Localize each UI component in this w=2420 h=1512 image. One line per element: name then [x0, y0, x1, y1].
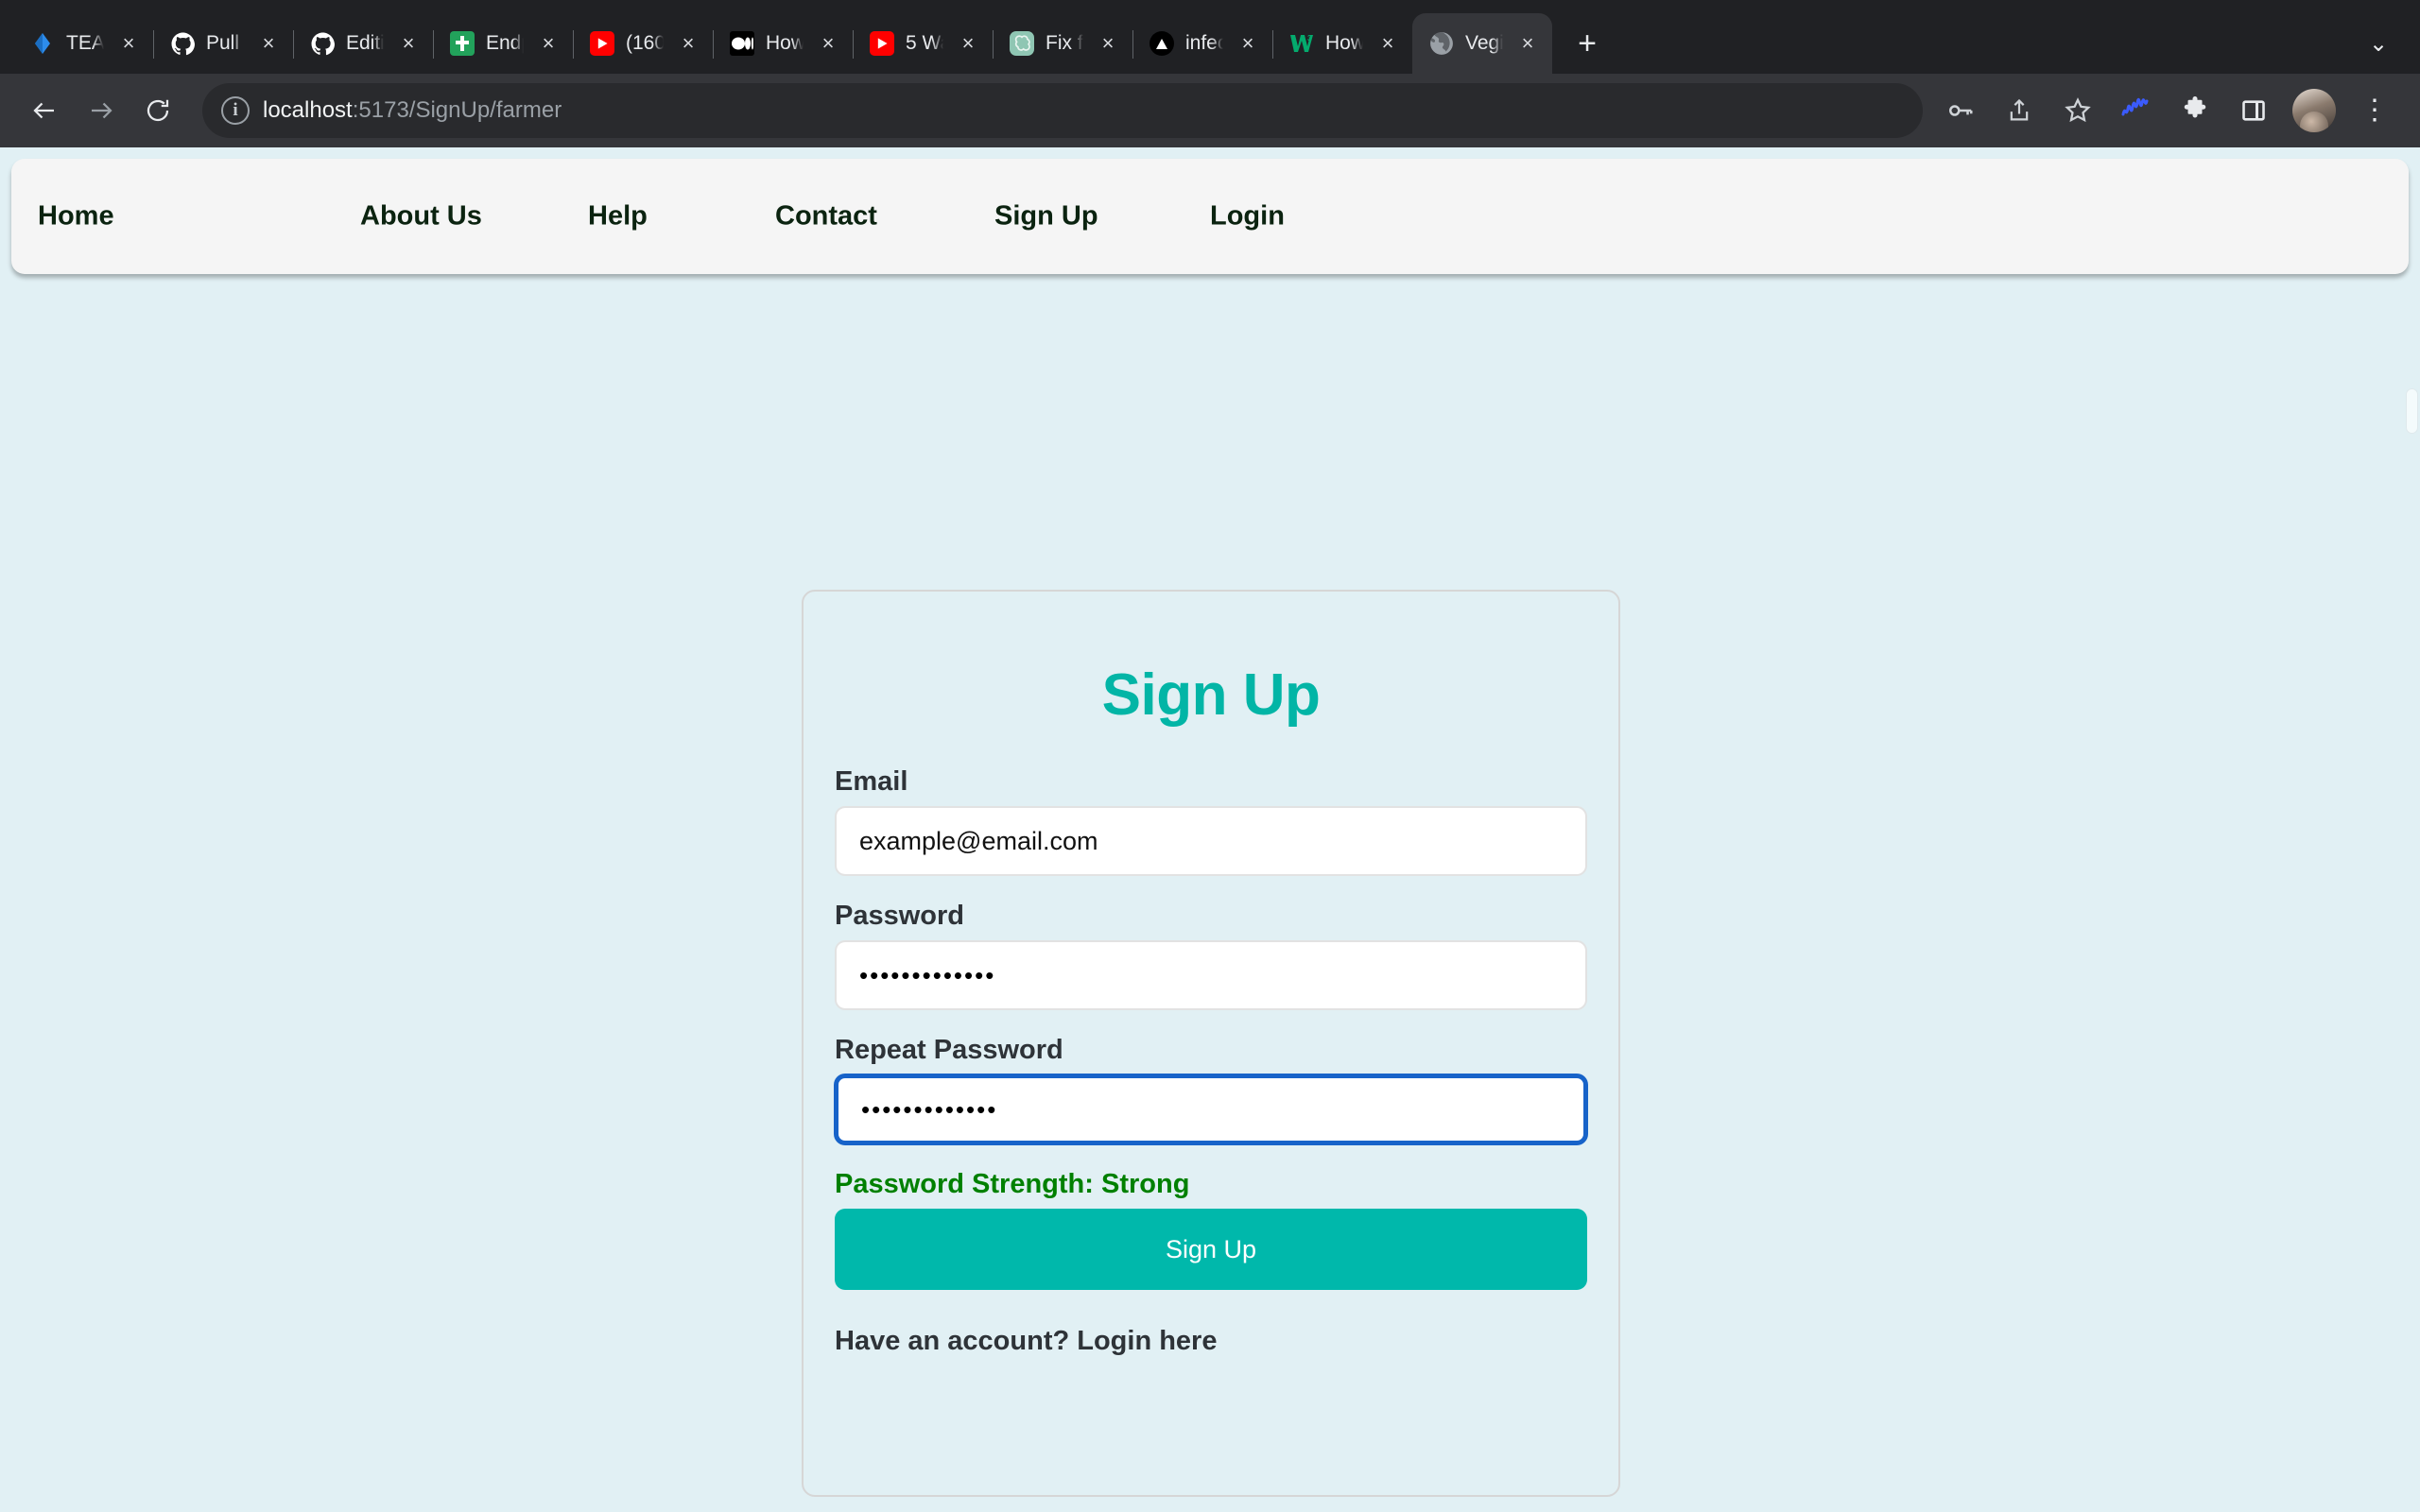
browser-tab[interactable]: Endpo × — [433, 13, 574, 74]
tab-title: Endpo — [486, 32, 524, 54]
browser-tab[interactable]: TEAM3 × — [13, 13, 154, 74]
youtube-icon — [870, 31, 894, 56]
email-label: Email — [835, 766, 908, 797]
nav-item-home[interactable]: Home — [38, 201, 114, 232]
close-icon[interactable]: × — [955, 30, 981, 57]
back-button[interactable] — [19, 85, 70, 136]
tab-title: infecti — [1185, 32, 1223, 54]
google-sheets-icon — [450, 31, 475, 56]
tab-title: How T — [1325, 32, 1363, 54]
url-path: :5173/SignUp/farmer — [352, 97, 562, 123]
page-viewport: Home About Us Help Contact Sign Up Login… — [0, 147, 2420, 1512]
browser-tab[interactable]: infecti × — [1132, 13, 1273, 74]
azure-devops-icon — [30, 31, 55, 56]
browser-menu-icon[interactable]: ⋮ — [2348, 84, 2401, 137]
close-icon[interactable]: × — [535, 30, 562, 57]
login-link[interactable]: Have an account? Login here — [835, 1326, 1217, 1356]
email-field[interactable]: example@email.com — [835, 806, 1587, 876]
tab-title: Vegilic — [1465, 32, 1503, 54]
w3schools-icon: 3 — [1289, 31, 1314, 56]
close-icon[interactable]: × — [395, 30, 422, 57]
password-field[interactable]: ••••••••••••• — [835, 940, 1587, 1010]
browser-toolbar: i localhost:5173/SignUp/farmer ⋮ — [0, 74, 2420, 147]
bookmark-star-icon[interactable] — [2051, 84, 2104, 137]
close-icon[interactable]: × — [815, 30, 841, 57]
browser-tab[interactable]: (160) × — [573, 13, 714, 74]
github-icon — [170, 31, 195, 56]
close-icon[interactable]: × — [1374, 30, 1401, 57]
browser-tab[interactable]: How to × — [713, 13, 854, 74]
chatgpt-icon — [1010, 31, 1034, 56]
close-icon[interactable]: × — [675, 30, 701, 57]
forward-button[interactable] — [76, 85, 127, 136]
reload-button[interactable] — [132, 85, 183, 136]
password-key-icon[interactable] — [1934, 84, 1987, 137]
tab-title: Fix fro — [1046, 32, 1083, 54]
signup-card: Sign Up Email example@email.com Password… — [802, 590, 1620, 1497]
page-title: Sign Up — [1101, 662, 1321, 728]
svg-text:3: 3 — [1307, 34, 1312, 43]
vercel-icon — [1150, 31, 1174, 56]
close-icon[interactable]: × — [1095, 30, 1121, 57]
nav-item-help[interactable]: Help — [588, 201, 648, 232]
medium-icon — [730, 31, 754, 56]
close-icon[interactable]: × — [115, 30, 142, 57]
profile-avatar[interactable] — [2292, 89, 2336, 132]
url-text: localhost:5173/SignUp/farmer — [263, 97, 562, 124]
browser-tab[interactable]: Fix fro × — [993, 13, 1133, 74]
url-host: localhost — [263, 97, 353, 123]
browser-tab[interactable]: Editing × — [293, 13, 434, 74]
site-navbar: Home About Us Help Contact Sign Up Login — [11, 159, 2409, 274]
youtube-icon — [590, 31, 614, 56]
repeat-password-field[interactable]: ••••••••••••• — [835, 1074, 1587, 1144]
share-icon[interactable] — [1993, 84, 2046, 137]
tab-title: How to — [766, 32, 804, 54]
tab-title: Pull re — [206, 32, 244, 54]
tab-strip: TEAM3 × Pull re × Editing × Endpo × — [0, 0, 2420, 74]
page-scrollbar-thumb[interactable] — [2406, 388, 2418, 434]
github-icon — [310, 31, 335, 56]
password-masked-value: ••••••••••••• — [859, 960, 996, 989]
new-tab-button[interactable]: + — [1562, 18, 1613, 69]
globe-icon — [1429, 31, 1454, 56]
repeat-password-masked-value: ••••••••••••• — [861, 1094, 998, 1124]
browser-window: TEAM3 × Pull re × Editing × Endpo × — [0, 0, 2420, 1512]
browser-tab[interactable]: 3 How T × — [1272, 13, 1412, 74]
extension-sound-icon[interactable] — [2110, 84, 2163, 137]
nav-item-login[interactable]: Login — [1210, 201, 1285, 232]
side-panel-icon[interactable] — [2227, 84, 2280, 137]
nav-item-sign-up[interactable]: Sign Up — [994, 201, 1098, 232]
password-strength-text: Password Strength: Strong — [835, 1169, 1190, 1199]
password-label: Password — [835, 901, 964, 931]
browser-tab-active[interactable]: Vegilic × — [1412, 13, 1552, 74]
close-icon[interactable]: × — [1514, 30, 1541, 57]
address-bar[interactable]: i localhost:5173/SignUp/farmer — [202, 83, 1923, 138]
chevron-down-icon[interactable]: ⌄ — [2350, 18, 2407, 69]
repeat-password-label: Repeat Password — [835, 1035, 1063, 1065]
site-info-icon[interactable]: i — [221, 96, 250, 125]
tab-title: (160) — [626, 32, 664, 54]
tab-title: TEAM3 — [66, 32, 104, 54]
nav-item-about-us[interactable]: About Us — [360, 201, 482, 232]
close-icon[interactable]: × — [255, 30, 282, 57]
nav-item-contact[interactable]: Contact — [775, 201, 877, 232]
browser-tab[interactable]: Pull re × — [153, 13, 294, 74]
extensions-puzzle-icon[interactable] — [2169, 84, 2221, 137]
close-icon[interactable]: × — [1235, 30, 1261, 57]
sign-up-button[interactable]: Sign Up — [835, 1209, 1587, 1290]
tab-title: 5 Ways — [906, 32, 943, 54]
tab-title: Editing — [346, 32, 384, 54]
browser-tab[interactable]: 5 Ways × — [853, 13, 994, 74]
